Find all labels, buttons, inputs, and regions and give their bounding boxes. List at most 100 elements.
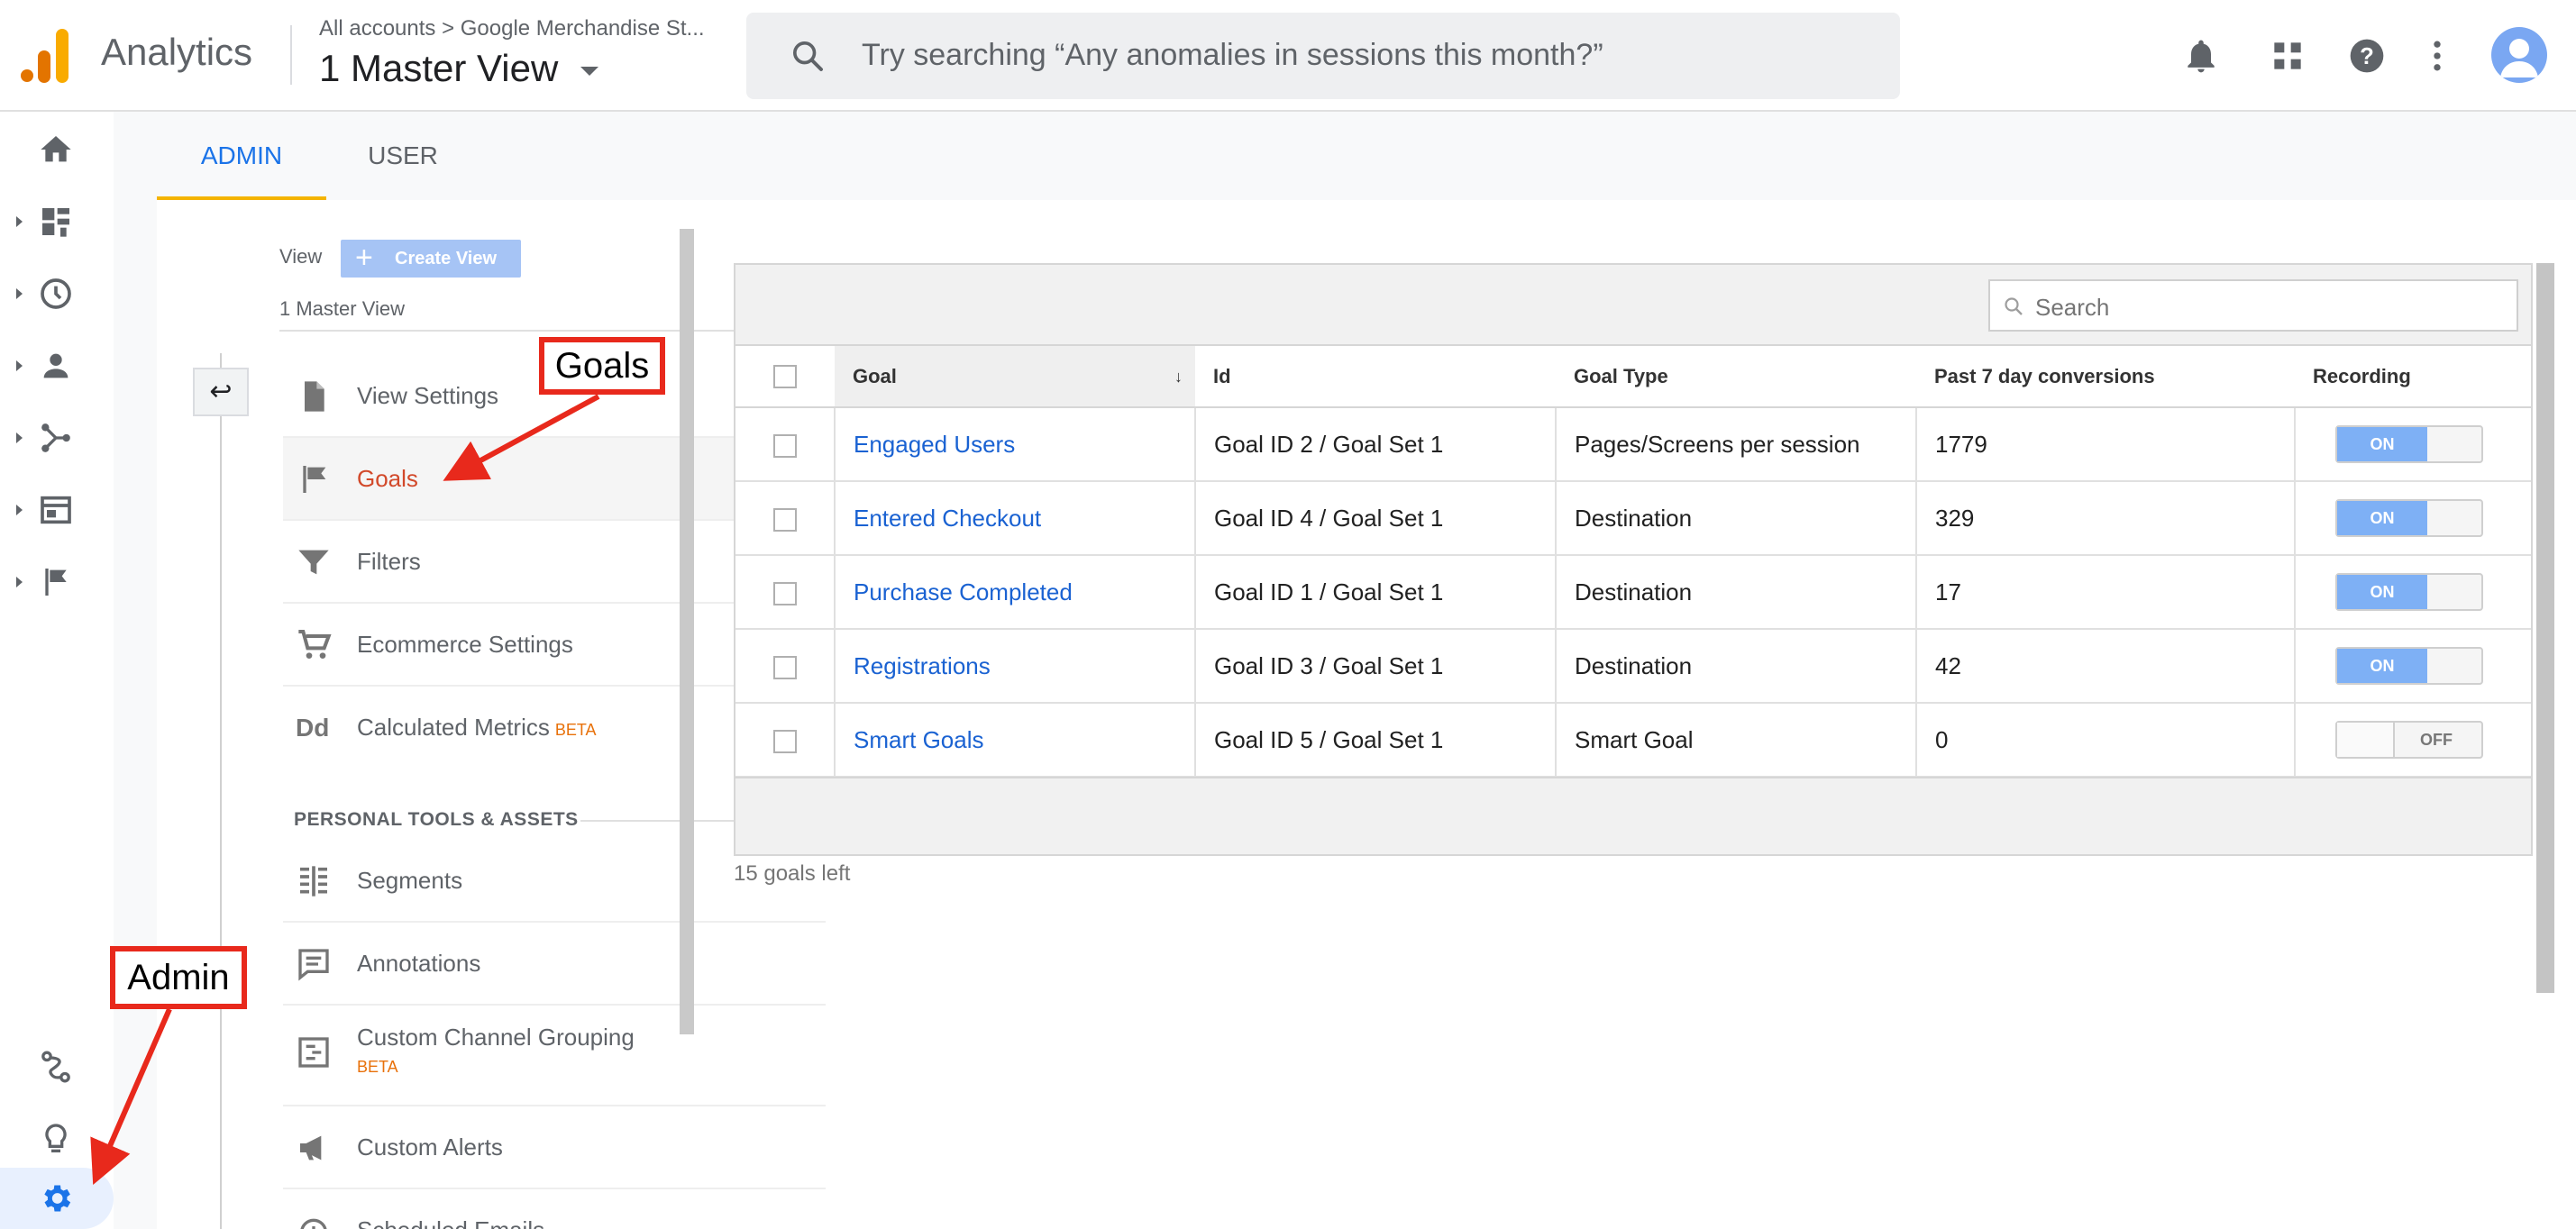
nav-discover[interactable] <box>0 1112 114 1166</box>
row-checkbox[interactable] <box>773 655 797 679</box>
goal-type: Destination <box>1556 481 1917 556</box>
tab-admin[interactable]: ADMIN <box>157 112 326 200</box>
goals-table: Goal ↓ Id Goal Type Past 7 day conversion… <box>735 346 2531 778</box>
row-select-cell <box>735 629 836 704</box>
goal-name-link[interactable]: Smart Goals <box>835 703 1196 778</box>
expand-arrow-icon <box>16 288 23 299</box>
menu-annotations[interactable]: Annotations <box>283 923 826 1006</box>
nav-attribution[interactable] <box>0 1040 114 1094</box>
avatar[interactable] <box>2491 27 2547 83</box>
analytics-logo[interactable] <box>20 27 74 83</box>
goal-conversions: 0 <box>1916 703 2296 778</box>
back-arrow-button[interactable]: ↩ <box>193 368 249 416</box>
view-name[interactable]: 1 Master View <box>279 297 405 321</box>
menu-scheduled-emails[interactable]: Scheduled Emails <box>283 1189 826 1229</box>
toggle-on-label: ON <box>2337 649 2427 683</box>
column-header-conversions[interactable]: Past 7 day conversions <box>1916 346 2295 408</box>
create-view-button[interactable]: + Create View <box>341 240 521 278</box>
expand-arrow-icon <box>16 577 23 587</box>
breadcrumb[interactable]: All accounts > Google Merchandise St... <box>319 16 705 41</box>
goal-id: Goal ID 3 / Goal Set 1 <box>1195 629 1557 704</box>
menu-label: Annotations <box>357 950 481 977</box>
nav-customization[interactable] <box>0 195 114 249</box>
row-checkbox[interactable] <box>773 433 797 458</box>
menu-label: Filters <box>357 548 421 575</box>
clock-icon <box>300 1218 327 1229</box>
toggle-on-label: ON <box>2337 427 2427 461</box>
recording-toggle[interactable]: ON <box>2335 647 2483 685</box>
recording-cell: ON <box>2295 555 2531 630</box>
flag-icon <box>303 466 326 493</box>
table-row: Entered Checkout Goal ID 4 / Goal Set 1 De… <box>735 481 2531 556</box>
search-icon <box>793 41 823 71</box>
menu-label: Calculated Metrics BETA <box>357 714 597 741</box>
search-icon <box>2005 297 2023 315</box>
tab-user[interactable]: USER <box>326 112 480 200</box>
search-placeholder: Try searching “Any anomalies in sessions… <box>862 38 1603 72</box>
goal-name-link[interactable]: Entered Checkout <box>835 481 1196 556</box>
table-search-input[interactable]: Search <box>1988 279 2518 332</box>
menu-custom-alerts[interactable]: Custom Alerts <box>283 1106 826 1189</box>
menu-label: Goals <box>357 465 418 492</box>
sort-arrow-icon[interactable]: ↓ <box>1174 368 1183 387</box>
goal-type: Destination <box>1556 555 1917 630</box>
view-selector[interactable]: 1 Master View <box>319 47 558 90</box>
nav-acquisition[interactable] <box>0 411 114 465</box>
expand-arrow-icon <box>16 432 23 443</box>
recording-toggle[interactable]: ON <box>2335 499 2483 537</box>
help-icon[interactable]: ? <box>2347 34 2387 77</box>
toggle-on-label: ON <box>2337 575 2427 609</box>
nav-home[interactable] <box>0 123 114 177</box>
recording-cell: ON <box>2295 407 2531 482</box>
nav-behavior[interactable] <box>0 483 114 537</box>
goal-name-link[interactable]: Registrations <box>835 629 1196 704</box>
nav-admin[interactable] <box>0 1168 114 1229</box>
nav-conversions[interactable] <box>0 555 114 609</box>
nav-realtime[interactable] <box>0 267 114 321</box>
table-row: Purchase Completed Goal ID 1 / Goal Set 1… <box>735 555 2531 630</box>
divider <box>290 25 292 85</box>
select-all-cell <box>735 346 835 408</box>
apps-icon[interactable] <box>2268 34 2307 77</box>
row-checkbox[interactable] <box>773 581 797 605</box>
dd-icon: Dd <box>296 714 330 742</box>
goal-name-link[interactable]: Engaged Users <box>835 407 1196 482</box>
beta-badge: BETA <box>357 1058 398 1076</box>
panel-scrollbar[interactable] <box>680 229 694 1034</box>
more-vert-icon[interactable] <box>2417 34 2457 77</box>
goal-type: Pages/Screens per session <box>1556 407 1917 482</box>
column-header-recording[interactable]: Recording <box>2295 346 2531 408</box>
column-header-id[interactable]: Id <box>1195 346 1556 408</box>
nav-audience[interactable] <box>0 339 114 393</box>
recording-toggle[interactable]: OFF <box>2335 721 2483 759</box>
table-row: Engaged Users Goal ID 2 / Goal Set 1 Pages… <box>735 407 2531 482</box>
goal-conversions: 17 <box>1916 555 2296 630</box>
channel-grouping-icon <box>298 1037 329 1068</box>
goals-left-count: 15 goals left <box>734 861 851 886</box>
row-checkbox[interactable] <box>773 507 797 532</box>
cart-icon <box>298 630 332 659</box>
goal-id: Goal ID 1 / Goal Set 1 <box>1195 555 1557 630</box>
recording-toggle[interactable]: ON <box>2335 573 2483 611</box>
recording-cell: ON <box>2295 481 2531 556</box>
row-checkbox[interactable] <box>773 729 797 753</box>
search-bar[interactable]: Try searching “Any anomalies in sessions… <box>746 13 1900 99</box>
toggle-knob <box>2337 723 2395 757</box>
column-header-goal[interactable]: Goal ↓ <box>835 346 1195 408</box>
row-select-cell <box>735 555 836 630</box>
expand-arrow-icon <box>16 216 23 227</box>
annotations-icon <box>298 949 329 981</box>
menu-custom-channel-grouping[interactable]: Custom Channel Grouping BETA <box>283 1006 826 1106</box>
home-icon <box>41 136 71 162</box>
select-all-checkbox[interactable] <box>773 365 797 389</box>
page-scrollbar[interactable] <box>2536 263 2554 993</box>
chevron-down-icon[interactable] <box>580 67 598 76</box>
attribution-icon <box>41 1051 70 1083</box>
view-column-label: View <box>279 245 323 268</box>
megaphone-icon <box>300 1135 322 1161</box>
goal-name-link[interactable]: Purchase Completed <box>835 555 1196 630</box>
create-view-label: Create View <box>395 249 498 269</box>
notifications-icon[interactable] <box>2181 34 2221 77</box>
column-header-goal-type[interactable]: Goal Type <box>1556 346 1916 408</box>
recording-toggle[interactable]: ON <box>2335 425 2483 463</box>
